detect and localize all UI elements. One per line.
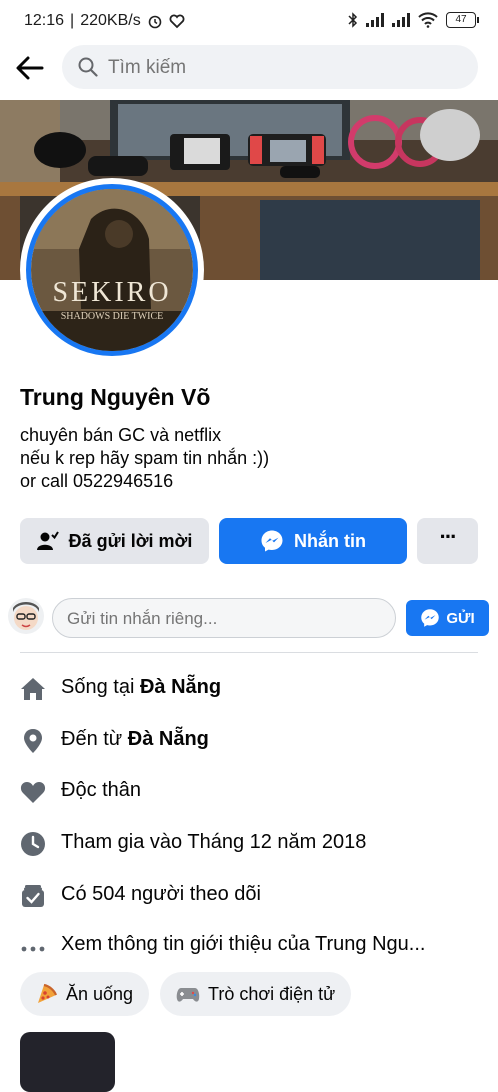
signal-icon-1: [366, 13, 384, 27]
add-friend-icon: [36, 531, 59, 550]
messenger-icon: [421, 609, 440, 627]
detail-from: Đến từ Đà Nẵng: [0, 720, 498, 760]
divider: [20, 652, 478, 653]
profile-picture-frame[interactable]: SEKIRO SHADOWS DIE TWICE: [20, 178, 204, 362]
health-heart-icon: [169, 14, 185, 29]
home-icon: [21, 678, 45, 700]
interest-chip-label: Trò chơi điện tử: [208, 983, 336, 1004]
interest-chip-label: Ăn uống: [66, 983, 134, 1004]
private-message-field[interactable]: [52, 598, 396, 639]
bio-line: or call 0522946516: [20, 471, 174, 491]
location-pin-icon: [24, 729, 42, 753]
detail-see-about[interactable]: Xem thông tin giới thiệu của Trung Ngu..…: [0, 925, 498, 965]
friend-request-sent-label: Đã gửi lời mời: [68, 530, 193, 551]
search-bar[interactable]: [62, 45, 478, 91]
pizza-icon: [38, 983, 58, 1003]
followers-icon: [22, 885, 44, 907]
status-time: 12:16: [24, 12, 65, 29]
private-message-row: GỬI: [0, 596, 498, 642]
avatar-subtitle-text: SHADOWS DIE TWICE: [61, 311, 164, 322]
private-message-input[interactable]: [65, 599, 369, 639]
interest-chip-food[interactable]: Ăn uống: [20, 972, 150, 1016]
friend-request-sent-button[interactable]: Đã gửi lời mời: [20, 518, 209, 564]
status-speed: 220KB/s: [80, 12, 141, 29]
send-button[interactable]: GỬI: [406, 600, 489, 636]
clock-icon: [21, 832, 45, 856]
detail-relationship: Độc thân: [0, 771, 498, 811]
message-button[interactable]: Nhắn tin: [219, 518, 407, 564]
alarm-icon: [148, 15, 161, 29]
bio-line: nếu k rep hãy spam tin nhắn :)): [20, 448, 270, 468]
gamepad-icon: [176, 988, 200, 1002]
profile-picture[interactable]: SEKIRO SHADOWS DIE TWICE: [26, 184, 198, 356]
profile-name: Trung Nguyên Võ: [20, 384, 211, 410]
more-options-button[interactable]: ···: [417, 518, 478, 564]
bluetooth-icon: [348, 12, 358, 28]
send-button-label: GỬI: [446, 609, 475, 627]
search-input[interactable]: [106, 45, 460, 91]
profile-bio: chuyên bán GC và netflix nếu k rep hãy s…: [20, 424, 269, 493]
message-button-label: Nhắn tin: [294, 530, 366, 551]
status-bar: 12:16 | 220KB/s 47: [0, 0, 498, 42]
battery-icon: 47: [446, 12, 479, 28]
detail-followers: Có 504 người theo dõi: [0, 875, 498, 915]
avatar-title-text: SEKIRO: [52, 277, 171, 308]
my-avatar: [8, 598, 44, 634]
wifi-icon: [418, 12, 438, 28]
more-dots-icon: [21, 946, 45, 952]
more-options-label: ···: [439, 524, 458, 549]
detail-lives-in: Sống tại Đà Nẵng: [0, 668, 498, 708]
detail-joined: Tham gia vào Tháng 12 năm 2018: [0, 823, 498, 863]
back-arrow-icon[interactable]: [14, 54, 46, 82]
top-bar: [0, 42, 498, 96]
search-icon: [78, 57, 98, 77]
interest-chip-games[interactable]: Trò chơi điện tử: [160, 972, 352, 1016]
signal-icon-2: [392, 13, 410, 27]
heart-icon: [20, 782, 46, 803]
bio-line: chuyên bán GC và netflix: [20, 425, 222, 445]
featured-photo-tile[interactable]: [20, 1032, 115, 1092]
messenger-icon: [261, 530, 283, 552]
